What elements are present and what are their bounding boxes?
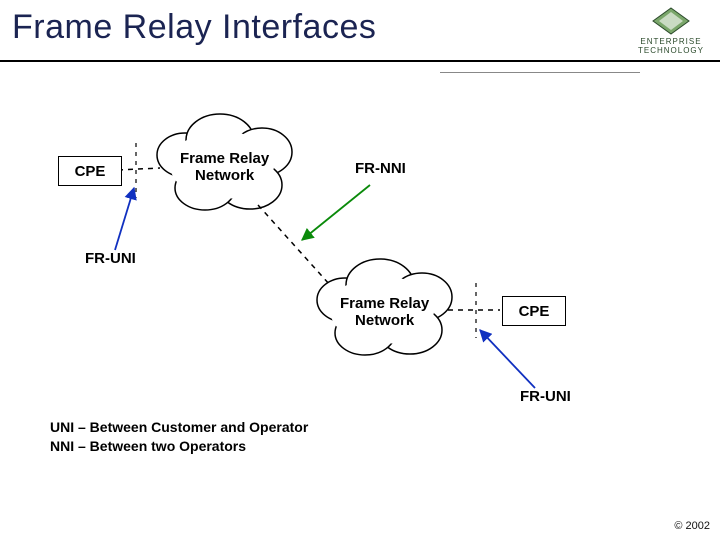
- cloud-2-line2: Network: [355, 312, 414, 329]
- node-cpe-2: CPE: [502, 296, 566, 326]
- cloud-1-line2: Network: [195, 167, 254, 184]
- legend: UNI – Between Customer and Operator NNI …: [50, 418, 308, 456]
- label-fr-uni-left: FR-UNI: [85, 250, 136, 267]
- cloud-1-text: Frame Relay Network: [180, 150, 269, 185]
- slide: Frame Relay Interfaces ENTERPRISE TECHNO…: [0, 0, 720, 540]
- cloud-1-line1: Frame Relay: [180, 150, 269, 167]
- link-cloud1-cloud2: [258, 205, 330, 285]
- label-fr-nni: FR-NNI: [355, 160, 406, 177]
- legend-uni: UNI – Between Customer and Operator: [50, 418, 308, 437]
- copyright: © 2002: [674, 520, 710, 532]
- cloud-2-text: Frame Relay Network: [340, 295, 429, 330]
- legend-nni: NNI – Between two Operators: [50, 437, 308, 456]
- node-cpe-1: CPE: [58, 156, 122, 186]
- arrow-fr-uni-right: [480, 330, 535, 388]
- node-cpe-1-label: CPE: [75, 163, 106, 180]
- diagram-svg: [0, 0, 720, 540]
- label-fr-uni-right: FR-UNI: [520, 388, 571, 405]
- arrow-fr-uni-left: [115, 188, 134, 250]
- link-cpe1-cloud1: [118, 168, 160, 170]
- cloud-2-line1: Frame Relay: [340, 295, 429, 312]
- node-cpe-2-label: CPE: [519, 303, 550, 320]
- arrow-fr-nni: [302, 185, 370, 240]
